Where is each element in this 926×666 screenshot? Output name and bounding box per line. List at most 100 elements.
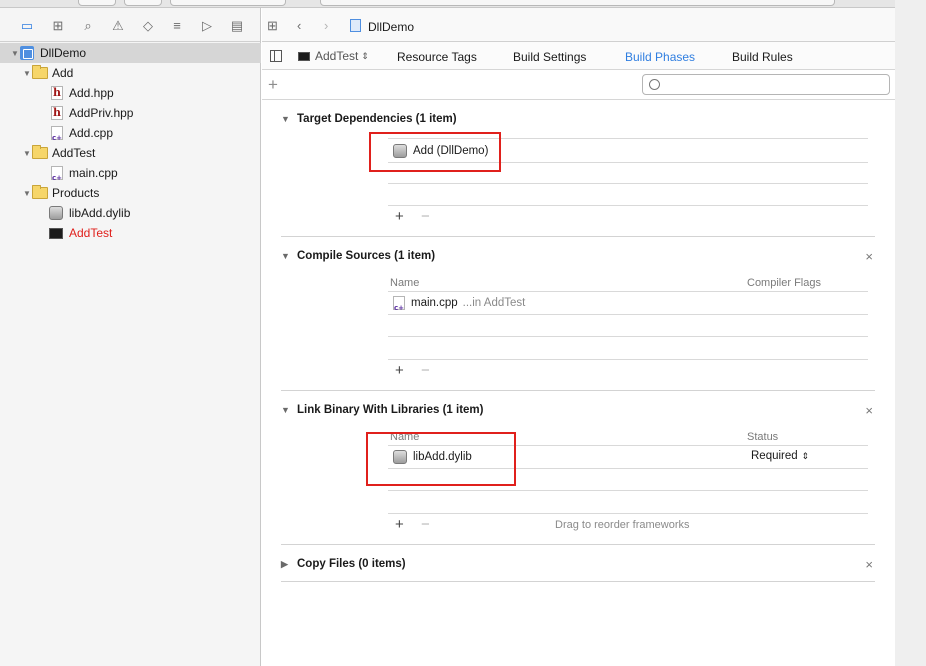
tree-item-label: Add.hpp	[69, 86, 114, 100]
add-icon[interactable]: +	[395, 362, 404, 379]
project-icon	[20, 46, 34, 60]
disclosure-open-icon[interactable]: ▼	[22, 189, 32, 198]
tab-build-phases[interactable]: Build Phases	[625, 50, 695, 64]
test-icon[interactable]: ◇	[141, 19, 155, 33]
cpp-file-icon: c+	[393, 296, 405, 312]
tree-item-label: AddTest	[52, 146, 96, 160]
status-popup[interactable]: Required ⇕	[751, 450, 809, 462]
filter-input[interactable]	[665, 77, 885, 92]
table-divider	[388, 513, 868, 514]
add-phase-icon[interactable]: +	[268, 75, 278, 95]
tree-item-label: AddTest	[69, 226, 113, 240]
build-phases-editor: ⊞ ‹ › DllDemo AddTest ⇕ Resource Tags Bu…	[262, 8, 895, 666]
toolbar-scheme[interactable]	[170, 0, 286, 6]
disclosure-open-icon[interactable]: ▼	[22, 69, 32, 78]
tree-item-addpriv-hpp[interactable]: h AddPriv.hpp	[0, 103, 261, 123]
jump-bar-title[interactable]: DllDemo	[368, 20, 414, 34]
header-file-icon: h	[51, 106, 63, 120]
tree-item-add-hpp[interactable]: h Add.hpp	[0, 83, 261, 103]
column-header-name[interactable]: Name	[390, 277, 419, 289]
project-file-icon	[350, 19, 361, 32]
close-icon[interactable]: ×	[865, 249, 873, 264]
source-location: ...in AddTest	[462, 297, 526, 309]
folder-icon	[32, 65, 48, 79]
phase-compile-sources: ▼ Compile Sources (1 item) × Name Compil…	[281, 247, 875, 390]
phase-divider	[281, 236, 875, 237]
phase-header[interactable]: ▼ Target Dependencies (1 item)	[281, 110, 457, 128]
tab-resource-tags[interactable]: Resource Tags	[397, 50, 477, 64]
executable-icon	[49, 227, 63, 239]
tree-item-dlldemo[interactable]: ▼ DllDemo	[0, 43, 261, 63]
source-file-name: main.cpp	[411, 297, 458, 309]
phase-title: Target Dependencies (1 item)	[297, 113, 457, 125]
disclosure-open-icon[interactable]: ▼	[10, 49, 20, 58]
phase-title: Copy Files (0 items)	[297, 558, 406, 570]
filter-icon	[649, 79, 660, 90]
table-divider	[388, 183, 868, 184]
tree-item-add-cpp[interactable]: c+ Add.cpp	[0, 123, 261, 143]
tree-item-label: libAdd.dylib	[69, 206, 131, 220]
tree-item-label: Add.cpp	[69, 126, 114, 140]
filter-field[interactable]	[642, 74, 890, 95]
table-divider	[388, 291, 868, 292]
chevron-updown-icon: ⇕	[361, 50, 369, 61]
table-divider	[388, 336, 868, 337]
highlight-box	[369, 132, 501, 172]
tab-build-rules[interactable]: Build Rules	[732, 50, 793, 64]
phase-header[interactable]: ▼ Link Binary With Libraries (1 item)	[281, 401, 484, 419]
phase-header[interactable]: ▶ Copy Files (0 items)	[281, 555, 406, 573]
disclosure-open-icon[interactable]: ▼	[281, 251, 297, 261]
cpp-file-icon: c+	[51, 126, 63, 142]
disclosure-open-icon[interactable]: ▼	[281, 114, 297, 124]
disclosure-open-icon[interactable]: ▼	[281, 405, 297, 415]
breakpoint-icon[interactable]: ▷	[200, 19, 214, 33]
report-icon[interactable]: ▤	[230, 19, 244, 33]
phase-title: Link Binary With Libraries (1 item)	[297, 404, 484, 416]
tree-item-products-group[interactable]: ▼ Products	[0, 183, 261, 203]
window-toolbar	[0, 0, 895, 8]
activity-viewer	[320, 0, 835, 6]
phase-divider	[281, 390, 875, 391]
search-icon[interactable]: ⌕	[81, 19, 95, 33]
tree-item-add-group[interactable]: ▼ Add	[0, 63, 261, 83]
debug-icon[interactable]: ≡	[170, 19, 184, 33]
folder-icon[interactable]: ▭	[20, 19, 34, 33]
close-icon[interactable]: ×	[865, 557, 873, 572]
tree-item-addtest-group[interactable]: ▼ AddTest	[0, 143, 261, 163]
tree-item-main-cpp[interactable]: c+ main.cpp	[0, 163, 261, 183]
warning-icon[interactable]: ⚠	[111, 19, 125, 33]
target-selector[interactable]: AddTest ⇕	[298, 49, 369, 63]
library-icon	[49, 206, 63, 220]
tree-item-addtest-product[interactable]: AddTest	[0, 223, 261, 243]
phase-header[interactable]: ▼ Compile Sources (1 item)	[281, 247, 435, 265]
targets-panel-icon[interactable]	[270, 50, 282, 62]
phase-title: Compile Sources (1 item)	[297, 250, 436, 262]
tree-item-label: Add	[52, 66, 74, 80]
chevron-updown-icon: ⇕	[801, 450, 810, 461]
status-value: Required	[751, 450, 798, 462]
column-header-status[interactable]: Status	[747, 431, 778, 443]
table-divider	[388, 490, 868, 491]
column-header-compiler-flags[interactable]: Compiler Flags	[747, 277, 821, 289]
toolbar-button[interactable]	[124, 0, 162, 6]
add-icon[interactable]: +	[395, 516, 404, 533]
symbol-navigator-icon[interactable]: ⊞	[51, 19, 65, 33]
forward-arrow-icon[interactable]: ›	[324, 18, 328, 33]
back-arrow-icon[interactable]: ‹	[297, 18, 301, 33]
tree-item-label: Products	[52, 186, 100, 200]
close-icon[interactable]: ×	[865, 403, 873, 418]
toolbar-button[interactable]	[78, 0, 116, 6]
filter-bar: +	[262, 70, 895, 100]
tree-item-libadd-dylib[interactable]: libAdd.dylib	[0, 203, 261, 223]
source-row[interactable]: c+ main.cpp ...in AddTest	[393, 296, 526, 312]
remove-icon[interactable]: −	[421, 208, 430, 225]
disclosure-closed-icon[interactable]: ▶	[281, 559, 297, 570]
add-icon[interactable]: +	[395, 208, 404, 225]
tree-item-label: AddPriv.hpp	[69, 106, 134, 120]
tab-build-settings[interactable]: Build Settings	[513, 50, 586, 64]
window-gutter	[895, 0, 926, 666]
remove-icon[interactable]: −	[421, 362, 430, 379]
disclosure-open-icon[interactable]: ▼	[22, 149, 32, 158]
related-items-icon[interactable]: ⊞	[267, 18, 278, 34]
remove-icon[interactable]: −	[421, 516, 430, 533]
